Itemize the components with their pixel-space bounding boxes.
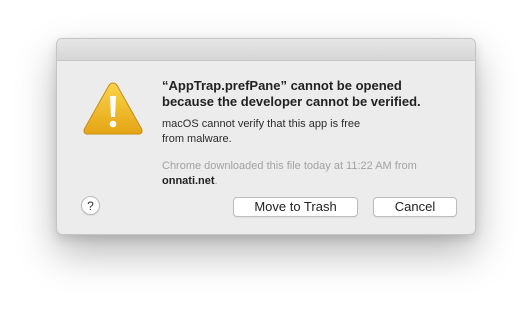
move-to-trash-button[interactable]: Move to Trash [233,197,358,217]
dialog-titlebar[interactable] [57,39,475,61]
download-source-note: Chrome downloaded this file today at 11:… [162,159,462,189]
headline-line-2: because the developer cannot be verified… [162,94,421,109]
message-line-2: from malware. [162,133,232,145]
source-line-1: Chrome downloaded this file today at 11:… [162,160,417,172]
headline-line-1: “AppTrap.prefPane” cannot be opened [162,78,402,93]
dialog-message: macOS cannot verify that this app is fre… [162,117,462,147]
cancel-button[interactable]: Cancel [373,197,457,217]
source-suffix: . [214,175,218,187]
warning-triangle-icon [83,82,143,135]
security-alert-dialog: “AppTrap.prefPane” cannot be opened beca… [56,38,476,235]
source-domain: onnati.net [162,175,215,187]
help-button[interactable]: ? [81,196,100,215]
dialog-headline: “AppTrap.prefPane” cannot be opened beca… [162,78,462,110]
message-line-1: macOS cannot verify that this app is fre… [162,118,361,130]
